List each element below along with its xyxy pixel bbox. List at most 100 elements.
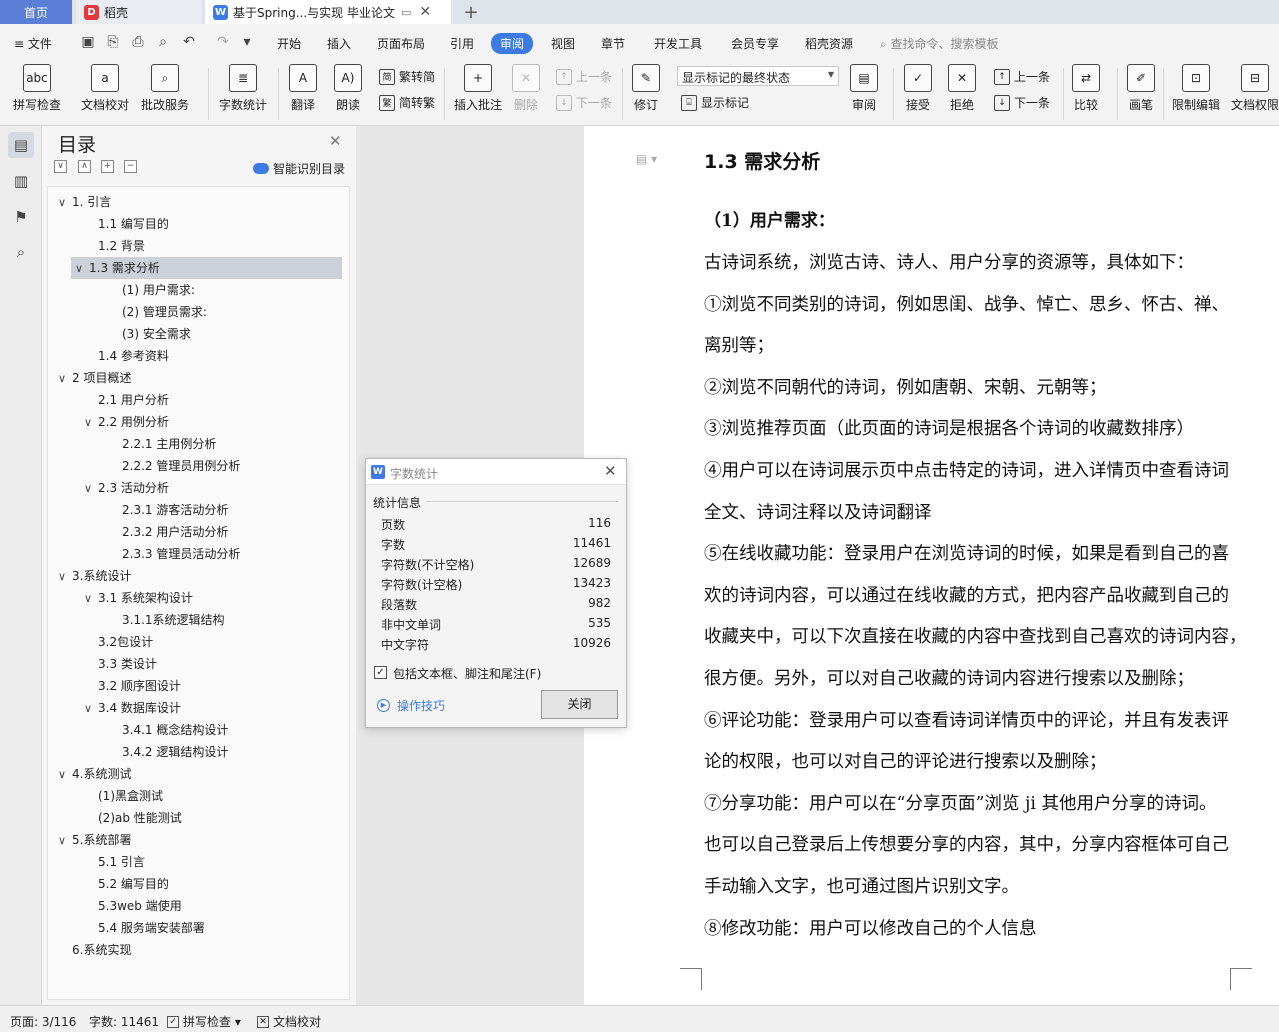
pen-button[interactable]: ✐ 画笔: [1127, 64, 1155, 113]
toc-item[interactable]: 3.4.2 逻辑结构设计: [48, 741, 348, 763]
toc-item[interactable]: ∨ 5.系统部署: [48, 829, 348, 851]
doc-proof-button[interactable]: a 文档校对: [81, 64, 129, 113]
document-page[interactable]: ▤ ▾ 1.3 需求分析 （1）用户需求： 古诗词系统，浏览古诗、诗人、用户分享…: [584, 126, 1279, 1005]
save-icon[interactable]: ▣: [79, 33, 97, 51]
toc-item[interactable]: 5.1 引言: [48, 851, 348, 873]
toc-item[interactable]: 1.4 参考资料: [48, 345, 348, 367]
toc-item[interactable]: 2.3.2 用户活动分析: [48, 521, 348, 543]
tab-daoke[interactable]: D 稻壳: [76, 0, 202, 24]
menu-daoke-resources[interactable]: 稻壳资源: [805, 35, 853, 52]
restrict-edit-button[interactable]: ⊡ 限制编辑: [1172, 64, 1220, 113]
menu-chapter[interactable]: 章节: [601, 35, 625, 52]
new-tab-button[interactable]: +: [460, 0, 482, 24]
menu-member[interactable]: 会员专享: [731, 35, 779, 52]
status-doc-proof[interactable]: ✕ 文档校对: [257, 1013, 321, 1030]
print-icon[interactable]: ⎙: [129, 33, 147, 51]
menu-view[interactable]: 视图: [551, 35, 575, 52]
tips-link[interactable]: 操作技巧: [397, 697, 445, 714]
chevron-down-icon[interactable]: ∨: [58, 566, 72, 588]
tab-close-icon[interactable]: ✕: [419, 4, 431, 20]
toc-item[interactable]: ∨ 4.系统测试: [48, 763, 348, 785]
smart-toc-button[interactable]: 智能识别目录: [253, 160, 345, 177]
toc-panel-icon[interactable]: ▤: [8, 132, 34, 158]
toc-item[interactable]: 2.2.2 管理员用例分析: [48, 455, 348, 477]
prev-comment-button[interactable]: ↑ 上一条: [556, 68, 612, 85]
chevron-down-icon[interactable]: ∨: [84, 698, 98, 720]
toc-item[interactable]: (2)ab 性能测试: [48, 807, 348, 829]
toc-item[interactable]: 3.2 顺序图设计: [48, 675, 348, 697]
word-count-indicator[interactable]: 字数: 11461: [89, 1013, 159, 1030]
toc-item[interactable]: ∨ 1.3 需求分析: [71, 257, 342, 279]
word-count-button[interactable]: ≣ 字数统计: [219, 64, 267, 113]
delete-comment-button[interactable]: ✕ 删除: [512, 64, 540, 113]
add-heading-icon[interactable]: +: [101, 160, 114, 173]
tab-pin-icon[interactable]: ▭: [401, 6, 411, 19]
next-comment-button[interactable]: ↓ 下一条: [556, 94, 612, 111]
toc-item[interactable]: 2.1 用户分析: [48, 389, 348, 411]
batch-service-button[interactable]: ⌕ 批改服务: [141, 64, 189, 113]
accept-button[interactable]: ✓ 接受: [904, 64, 932, 113]
dialog-close-icon[interactable]: ✕: [604, 462, 617, 480]
collapse-all-icon[interactable]: ∨: [54, 160, 67, 173]
toc-item[interactable]: 3.3 类设计: [48, 653, 348, 675]
toc-item[interactable]: ∨ 3.1 系统架构设计: [48, 587, 348, 609]
chevron-down-icon[interactable]: ∨: [84, 478, 98, 500]
export-pdf-icon[interactable]: ⎘: [104, 33, 122, 51]
toc-item[interactable]: (1) 用户需求:: [48, 279, 348, 301]
toc-item[interactable]: 2.3.3 管理员活动分析: [48, 543, 348, 565]
read-aloud-button[interactable]: A) 朗读: [334, 64, 362, 113]
toc-item[interactable]: 2.3.1 游客活动分析: [48, 499, 348, 521]
toc-item[interactable]: (2) 管理员需求:: [48, 301, 348, 323]
toc-item[interactable]: 6.系统实现: [48, 939, 348, 961]
chapter-nav-icon[interactable]: ▥: [8, 168, 34, 194]
status-spell-check[interactable]: ✓ 拼写检查 ▾: [167, 1013, 241, 1030]
toc-item[interactable]: 5.3web 端使用: [48, 895, 348, 917]
menu-review[interactable]: 审阅: [491, 33, 534, 54]
paragraph-options-icon[interactable]: ▤ ▾: [636, 152, 657, 166]
chevron-down-icon[interactable]: ∨: [75, 258, 89, 280]
spell-check-button[interactable]: abc 拼写检查: [13, 64, 61, 113]
toc-item[interactable]: ∨ 3.系统设计: [48, 565, 348, 587]
toc-item[interactable]: (1)黑盒测试: [48, 785, 348, 807]
toc-item[interactable]: 3.4.1 概念结构设计: [48, 719, 348, 741]
chevron-down-icon[interactable]: ∨: [84, 588, 98, 610]
remove-heading-icon[interactable]: −: [124, 160, 137, 173]
toc-close-icon[interactable]: ✕: [329, 132, 342, 150]
toc-item[interactable]: ∨ 1. 引言: [48, 191, 348, 213]
toc-item[interactable]: ∨ 2.2 用例分析: [48, 411, 348, 433]
menu-dev-tools[interactable]: 开发工具: [654, 35, 702, 52]
menu-reference[interactable]: 引用: [450, 35, 474, 52]
insert-comment-button[interactable]: + 插入批注: [454, 64, 502, 113]
include-textbox-checkbox[interactable]: ✓: [374, 666, 387, 679]
print-preview-icon[interactable]: ⌕: [154, 33, 172, 51]
toc-item[interactable]: 3.2包设计: [48, 631, 348, 653]
toc-item[interactable]: 5.4 服务端安装部署: [48, 917, 348, 939]
tab-document[interactable]: W 基于Spring...与实现 毕业论文 ▭ ✕: [205, 0, 451, 24]
expand-up-icon[interactable]: ∧: [78, 160, 91, 173]
chevron-down-icon[interactable]: ∨: [58, 830, 72, 852]
bookmark-icon[interactable]: ⚑: [8, 204, 34, 230]
file-menu[interactable]: ≡ 文件: [14, 35, 52, 52]
toc-item[interactable]: ∨ 3.4 数据库设计: [48, 697, 348, 719]
tab-home[interactable]: 首页: [0, 0, 72, 24]
markup-state-select[interactable]: 显示标记的最终状态 ▼: [677, 66, 839, 86]
revise-button[interactable]: ✎ 修订: [632, 64, 660, 113]
search-icon[interactable]: ⌕: [8, 239, 34, 265]
toc-item[interactable]: ∨ 2.3 活动分析: [48, 477, 348, 499]
toc-item[interactable]: 5.2 编写目的: [48, 873, 348, 895]
simp-to-trad-button[interactable]: 繁简转繁: [379, 94, 435, 111]
menu-insert[interactable]: 插入: [327, 35, 351, 52]
next-change-button[interactable]: ↓ 下一条: [994, 94, 1050, 111]
toc-item[interactable]: ∨ 2 项目概述: [48, 367, 348, 389]
translate-button[interactable]: A 翻译: [289, 64, 317, 113]
show-markup-button[interactable]: ⌸ 显示标记: [681, 94, 749, 111]
review-pane-button[interactable]: ▤ 审阅: [850, 64, 878, 113]
menu-start[interactable]: 开始: [277, 35, 301, 52]
chevron-down-icon[interactable]: ∨: [84, 412, 98, 434]
chevron-down-icon[interactable]: ∨: [58, 368, 72, 390]
trad-to-simp-button[interactable]: 简繁转简: [379, 68, 435, 85]
chevron-down-icon[interactable]: ∨: [58, 192, 72, 214]
dialog-title-bar[interactable]: W 字数统计 ✕: [366, 459, 626, 485]
undo-icon[interactable]: ↶: [180, 33, 198, 51]
toc-item[interactable]: 3.1.1系统逻辑结构: [48, 609, 348, 631]
